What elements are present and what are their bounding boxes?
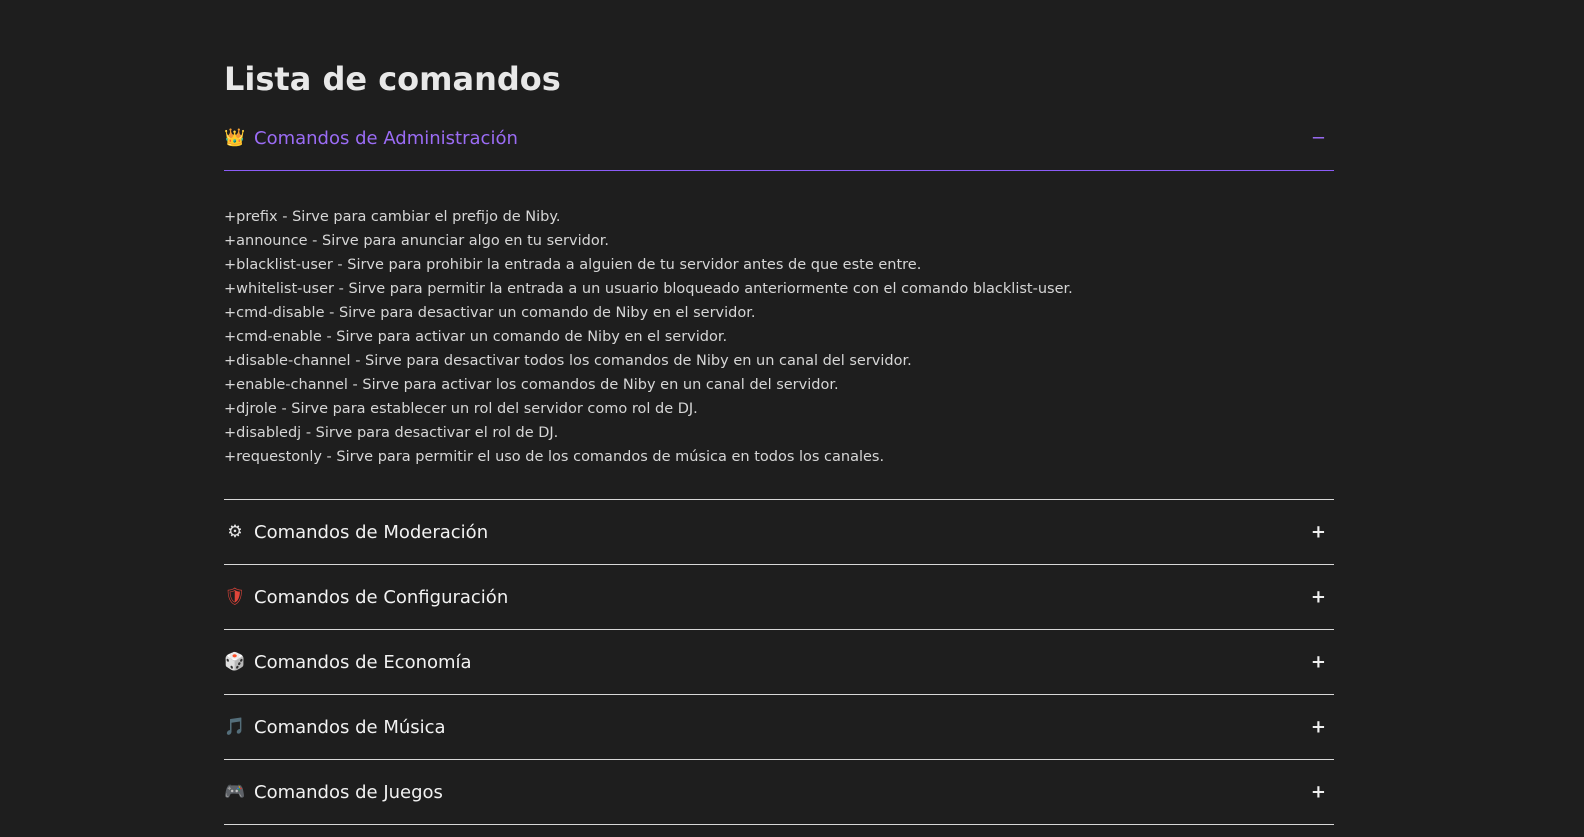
section-title: Comandos de Economía bbox=[254, 651, 472, 673]
section-configuracion: 🛡 Comandos de Configuración + bbox=[224, 565, 1334, 630]
dice-icon: 🎲 bbox=[224, 652, 246, 672]
command-item: +disable-channel - Sirve para desactivar… bbox=[224, 353, 912, 369]
music-icon: 🎵 bbox=[224, 717, 246, 737]
expand-icon[interactable]: + bbox=[1311, 522, 1326, 543]
command-item: +disabledj - Sirve para desactivar el ro… bbox=[224, 425, 559, 441]
shield-icon: 🛡 bbox=[224, 587, 246, 607]
command-item: +blacklist-user - Sirve para prohibir la… bbox=[224, 257, 922, 273]
command-item: +whitelist-user - Sirve para permitir la… bbox=[224, 281, 1073, 297]
section-header-economia[interactable]: 🎲 Comandos de Economía + bbox=[224, 630, 1334, 694]
gamepad-icon: 🎮 bbox=[224, 782, 246, 802]
section-header-juegos[interactable]: 🎮 Comandos de Juegos + bbox=[224, 760, 1334, 824]
section-title: Comandos de Configuración bbox=[254, 586, 509, 608]
expand-icon[interactable]: + bbox=[1311, 652, 1326, 673]
section-title: Comandos de Administración bbox=[254, 127, 518, 149]
command-item: +prefix - Sirve para cambiar el prefijo … bbox=[224, 209, 561, 225]
section-title: Comandos de Juegos bbox=[254, 781, 443, 803]
page-title: Lista de comandos bbox=[224, 60, 561, 98]
section-title: Comandos de Moderación bbox=[254, 521, 489, 543]
section-body-administracion: +prefix - Sirve para cambiar el prefijo … bbox=[224, 171, 1334, 500]
command-item: +requestonly - Sirve para permitir el us… bbox=[224, 449, 885, 465]
expand-icon[interactable]: + bbox=[1311, 717, 1326, 738]
crown-icon: 👑 bbox=[224, 128, 246, 148]
expand-icon[interactable]: + bbox=[1311, 587, 1326, 608]
section-title: Comandos de Música bbox=[254, 716, 446, 738]
section-juegos: 🎮 Comandos de Juegos + bbox=[224, 760, 1334, 825]
command-item: +enable-channel - Sirve para activar los… bbox=[224, 377, 839, 393]
command-item: +djrole - Sirve para establecer un rol d… bbox=[224, 401, 698, 417]
command-item: +cmd-enable - Sirve para activar un coma… bbox=[224, 329, 728, 345]
expand-icon[interactable]: + bbox=[1311, 782, 1326, 803]
command-item: +cmd-disable - Sirve para desactivar un … bbox=[224, 305, 756, 321]
gear-icon: ⚙ bbox=[227, 522, 243, 542]
section-economia: 🎲 Comandos de Economía + bbox=[224, 630, 1334, 695]
section-moderacion: ⚙ Comandos de Moderación + bbox=[224, 500, 1334, 565]
section-administracion: 👑 Comandos de Administración − +prefix -… bbox=[224, 106, 1334, 500]
section-header-moderacion[interactable]: ⚙ Comandos de Moderación + bbox=[224, 500, 1334, 564]
command-list-container: Lista de comandos 👑 Comandos de Administ… bbox=[224, 52, 1334, 825]
section-header-configuracion[interactable]: 🛡 Comandos de Configuración + bbox=[224, 565, 1334, 629]
section-header-musica[interactable]: 🎵 Comandos de Música + bbox=[224, 695, 1334, 759]
command-item: +announce - Sirve para anunciar algo en … bbox=[224, 233, 609, 249]
section-header-administracion[interactable]: 👑 Comandos de Administración − bbox=[224, 106, 1334, 171]
section-musica: 🎵 Comandos de Música + bbox=[224, 695, 1334, 760]
collapse-icon[interactable]: − bbox=[1311, 128, 1326, 149]
